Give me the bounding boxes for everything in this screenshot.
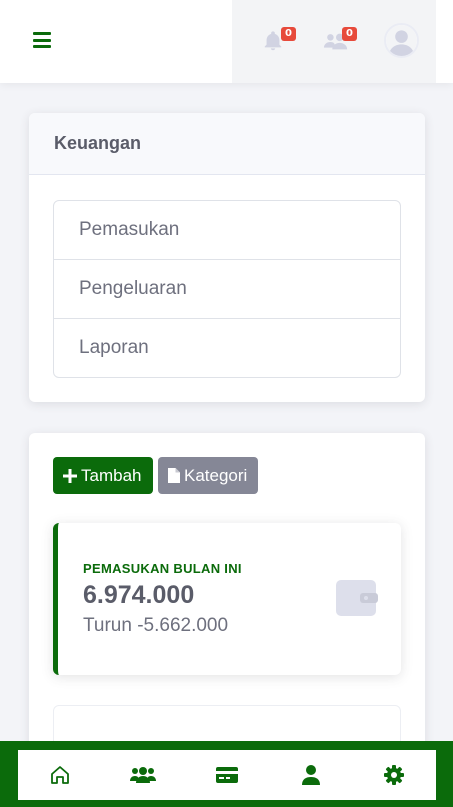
credit-card-icon	[215, 767, 238, 783]
stat-label: PEMASUKAN BULAN INI	[83, 561, 242, 576]
menu-toggle-icon[interactable]	[33, 32, 51, 48]
bottom-nav	[0, 741, 453, 807]
menu-item-pengeluaran[interactable]: Pengeluaran	[54, 260, 400, 319]
users-icon	[130, 767, 157, 783]
home-icon	[50, 766, 69, 784]
nav-home[interactable]	[30, 750, 90, 800]
card-title: Keuangan	[29, 113, 425, 175]
file-icon	[168, 468, 180, 483]
avatar[interactable]	[384, 23, 419, 58]
stat-value: 6.974.000	[83, 581, 195, 609]
messages-button[interactable]: 0	[323, 27, 357, 54]
menu-item-laporan[interactable]: Laporan	[54, 319, 400, 377]
finance-menu-card: Keuangan Pemasukan Pengeluaran Laporan	[29, 113, 425, 402]
category-button[interactable]: Kategori	[158, 457, 258, 494]
topbar: 0 0	[0, 0, 453, 83]
add-button[interactable]: Tambah	[53, 457, 153, 494]
nav-finance[interactable]	[197, 750, 257, 800]
nav-users[interactable]	[113, 750, 173, 800]
stat-change: Turun -5.662.000	[83, 615, 229, 636]
finance-menu-list: Pemasukan Pengeluaran Laporan	[53, 200, 401, 378]
category-button-label: Kategori	[184, 465, 248, 485]
user-avatar-icon	[386, 25, 417, 56]
messages-badge: 0	[342, 27, 357, 41]
notifications-badge: 0	[281, 27, 296, 41]
wallet-icon	[336, 580, 378, 616]
gear-icon	[384, 765, 405, 785]
notifications-button[interactable]: 0	[262, 27, 296, 54]
nav-settings[interactable]	[364, 750, 424, 800]
add-button-label: Tambah	[81, 465, 142, 485]
nav-profile[interactable]	[281, 750, 341, 800]
user-icon	[301, 765, 320, 785]
bottom-nav-bar	[18, 750, 436, 800]
menu-item-pemasukan[interactable]: Pemasukan	[54, 201, 400, 260]
income-stat-card: PEMASUKAN BULAN INI 6.974.000 Turun -5.6…	[53, 523, 401, 675]
plus-icon	[63, 468, 77, 483]
